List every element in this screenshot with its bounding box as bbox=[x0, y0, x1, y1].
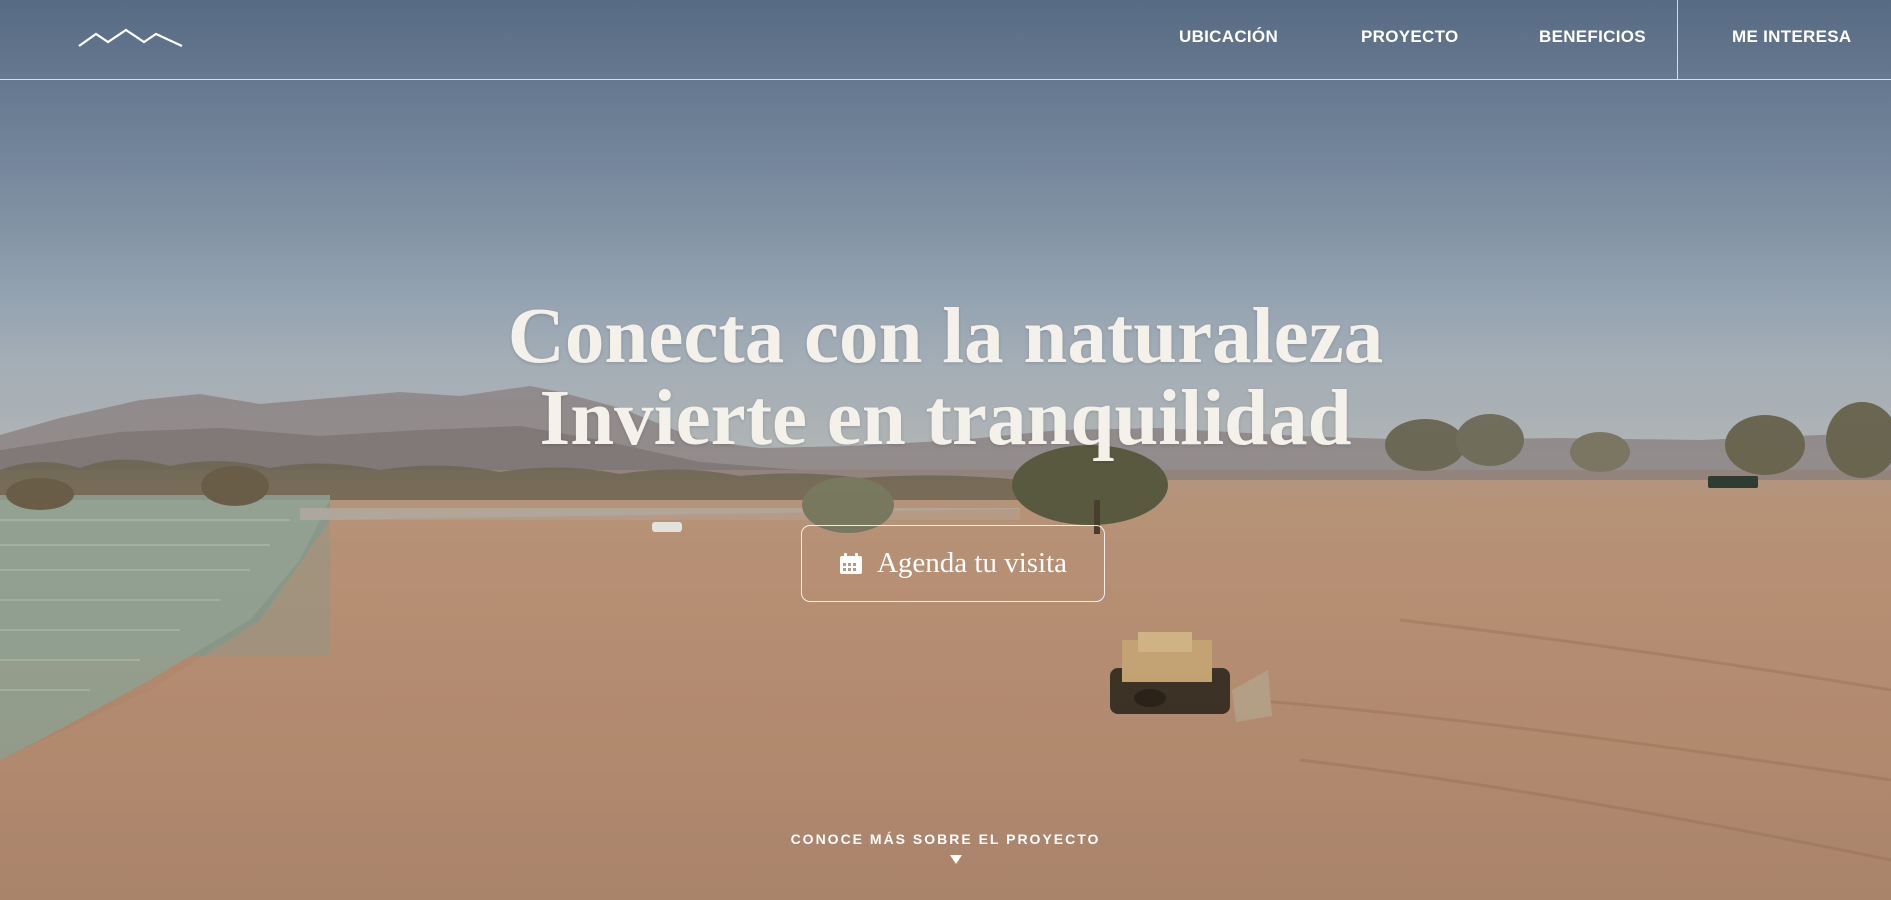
headline-line-2: Invierte en tranquilidad bbox=[539, 375, 1352, 462]
caret-down-icon[interactable] bbox=[950, 855, 962, 864]
nav-beneficios[interactable]: BENEFICIOS bbox=[1539, 27, 1646, 47]
hero-headline: Conecta con la naturaleza Invierte en tr… bbox=[0, 296, 1891, 460]
top-navigation: UBICACIÓN PROYECTO BENEFICIOS ME INTERES… bbox=[0, 0, 1891, 80]
calendar-icon bbox=[839, 552, 862, 574]
nav-divider bbox=[1677, 0, 1678, 79]
schedule-visit-button[interactable]: Agenda tu visita bbox=[801, 525, 1105, 602]
headline-line-1: Conecta con la naturaleza bbox=[507, 293, 1384, 380]
nav-ubicacion[interactable]: UBICACIÓN bbox=[1179, 27, 1278, 47]
mountain-logo-icon[interactable] bbox=[78, 28, 184, 48]
learn-more-link[interactable]: CONOCE MÁS SOBRE EL PROYECTO bbox=[0, 831, 1891, 847]
nav-proyecto[interactable]: PROYECTO bbox=[1361, 27, 1459, 47]
me-interesa-button[interactable]: ME INTERESA bbox=[1732, 27, 1851, 47]
schedule-visit-label: Agenda tu visita bbox=[876, 547, 1068, 579]
